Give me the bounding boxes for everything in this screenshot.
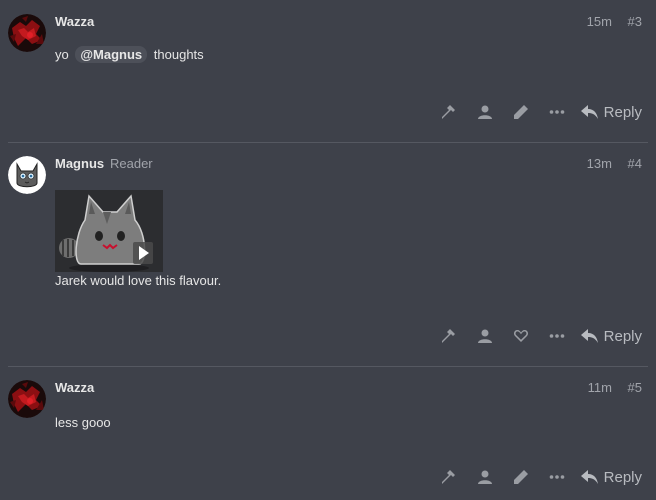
reply-label: Reply bbox=[603, 327, 642, 345]
more-ellipsis-icon bbox=[549, 110, 564, 114]
more-ellipsis-icon bbox=[549, 475, 564, 479]
reply-button[interactable]: Reply bbox=[580, 327, 642, 345]
more-button[interactable] bbox=[539, 324, 575, 348]
post-content: yo @Magnus thoughts bbox=[55, 46, 204, 63]
edit-button[interactable] bbox=[503, 465, 539, 489]
cat-slime-image bbox=[55, 190, 163, 272]
post-number[interactable]: #4 bbox=[628, 156, 642, 171]
post-3: Wazza 15m #3 yo @Magnus thoughts Reply bbox=[0, 0, 656, 143]
user-button[interactable] bbox=[467, 100, 503, 124]
more-button[interactable] bbox=[539, 100, 575, 124]
post-meta: 15m #3 bbox=[575, 14, 642, 29]
reply-button[interactable]: Reply bbox=[580, 103, 642, 121]
like-heart-icon bbox=[513, 330, 528, 342]
post-time[interactable]: 11m bbox=[588, 380, 612, 395]
more-ellipsis-icon bbox=[549, 334, 564, 338]
reply-icon bbox=[580, 104, 598, 119]
reply-button[interactable]: Reply bbox=[580, 468, 642, 486]
post-5: Wazza 11m #5 less gooo Reply bbox=[0, 366, 656, 500]
reply-icon bbox=[580, 328, 598, 343]
user-title: Reader bbox=[110, 156, 153, 171]
edit-button[interactable] bbox=[503, 100, 539, 124]
post-actions: Reply bbox=[431, 324, 642, 348]
post-number[interactable]: #3 bbox=[628, 14, 642, 29]
admin-wrench-button[interactable] bbox=[431, 324, 467, 348]
user-icon bbox=[477, 470, 492, 484]
user-button[interactable] bbox=[467, 465, 503, 489]
admin-wrench-icon bbox=[441, 105, 455, 119]
post-time[interactable]: 15m bbox=[587, 14, 612, 29]
post-text: thoughts bbox=[153, 47, 204, 62]
post-content: less gooo bbox=[55, 415, 111, 430]
post-4: Magnus Reader 13m #4 Jarek would love th… bbox=[0, 142, 656, 367]
edit-pencil-icon bbox=[513, 105, 528, 119]
avatar-image bbox=[8, 14, 46, 52]
user-button[interactable] bbox=[467, 324, 503, 348]
user-avatar-magnus[interactable] bbox=[8, 156, 46, 194]
user-avatar-wazza[interactable] bbox=[8, 14, 46, 52]
post-time[interactable]: 13m bbox=[587, 156, 612, 171]
like-button[interactable] bbox=[503, 324, 539, 348]
reply-label: Reply bbox=[603, 468, 642, 486]
post-username[interactable]: Wazza bbox=[55, 14, 94, 29]
reply-icon bbox=[580, 469, 598, 484]
post-number[interactable]: #5 bbox=[628, 380, 642, 395]
user-icon bbox=[477, 105, 492, 119]
more-button[interactable] bbox=[539, 465, 575, 489]
avatar-image bbox=[8, 156, 46, 194]
reply-label: Reply bbox=[603, 103, 642, 121]
post-actions: Reply bbox=[431, 465, 642, 489]
user-icon bbox=[477, 329, 492, 343]
admin-wrench-icon bbox=[441, 329, 455, 343]
image-attachment[interactable] bbox=[55, 190, 163, 272]
user-avatar-wazza[interactable] bbox=[8, 380, 46, 418]
avatar-image bbox=[8, 380, 46, 418]
post-meta: 13m #4 bbox=[575, 156, 642, 171]
post-username[interactable]: Magnus bbox=[55, 156, 104, 171]
user-mention[interactable]: @Magnus bbox=[75, 46, 148, 63]
post-username[interactable]: Wazza bbox=[55, 380, 94, 395]
admin-wrench-icon bbox=[441, 470, 455, 484]
post-actions: Reply bbox=[431, 100, 642, 124]
edit-pencil-icon bbox=[513, 470, 528, 484]
post-text: yo bbox=[55, 47, 69, 62]
admin-wrench-button[interactable] bbox=[431, 465, 467, 489]
post-meta: 11m #5 bbox=[576, 380, 642, 395]
post-content: Jarek would love this flavour. bbox=[55, 273, 222, 288]
admin-wrench-button[interactable] bbox=[431, 100, 467, 124]
